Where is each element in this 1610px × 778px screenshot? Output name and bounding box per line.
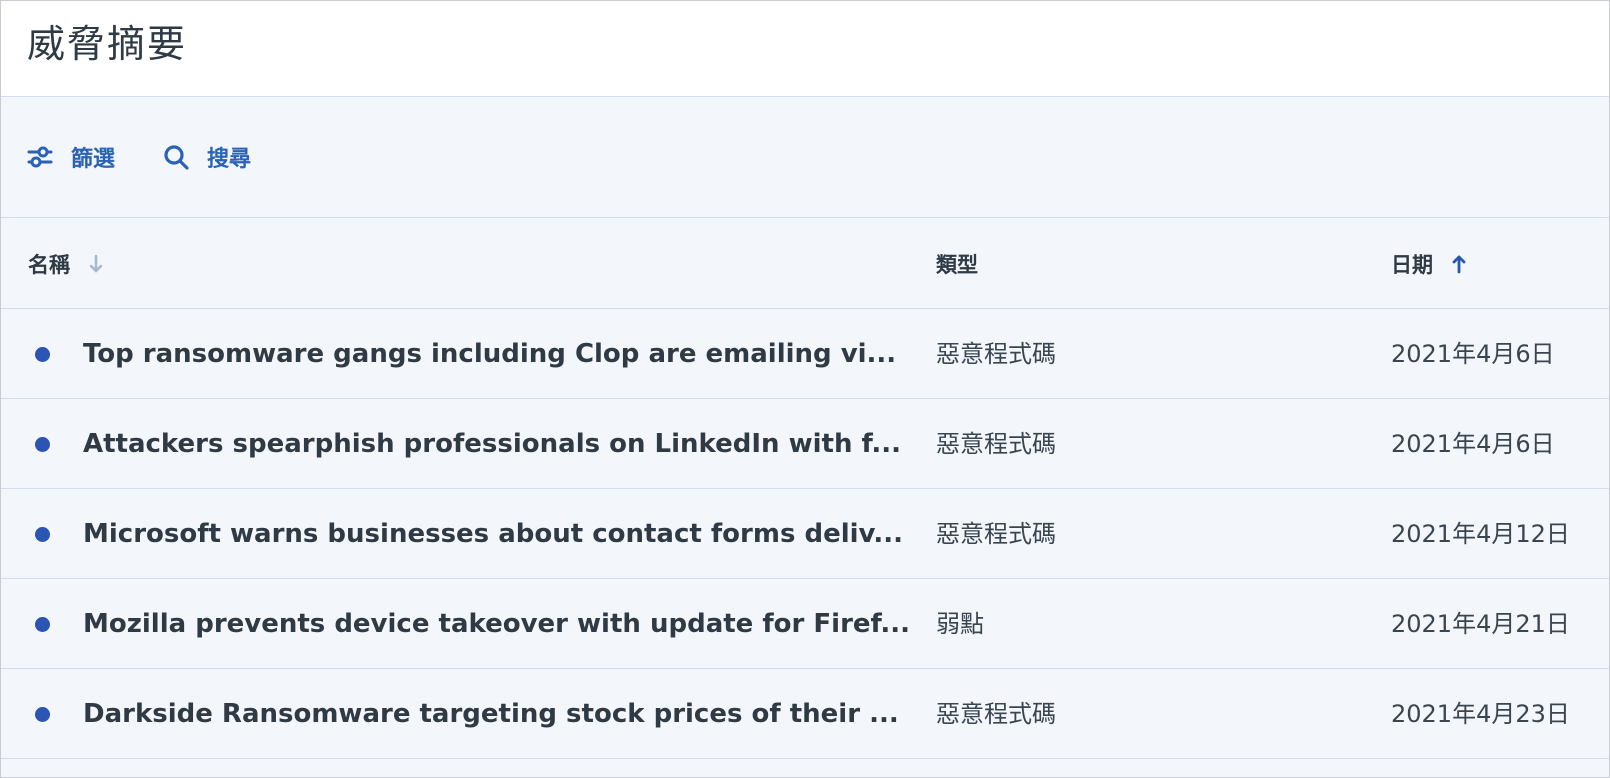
- table-row[interactable]: Mozilla prevents device takeover with up…: [1, 579, 1609, 669]
- toolbar: 篩選 搜尋: [1, 97, 1609, 218]
- threat-date: 2021年4月6日: [1391, 430, 1555, 458]
- table-row[interactable]: Microsoft warns businesses about contact…: [1, 489, 1609, 579]
- column-header-name[interactable]: 名稱: [28, 218, 104, 309]
- unread-dot-icon: [35, 707, 50, 722]
- threat-date: 2021年4月21日: [1391, 610, 1570, 638]
- threat-type: 惡意程式碼: [936, 520, 1056, 548]
- threat-date: 2021年4月23日: [1391, 700, 1570, 728]
- search-button[interactable]: 搜尋: [163, 141, 251, 173]
- threat-date: 2021年4月12日: [1391, 520, 1570, 548]
- search-label: 搜尋: [207, 147, 252, 172]
- column-type-label: 類型: [936, 252, 978, 277]
- threat-type: 弱點: [936, 610, 984, 638]
- threat-name: Attackers spearphish professionals on Li…: [83, 429, 902, 459]
- filter-button[interactable]: 篩選: [27, 141, 115, 173]
- threat-type: 惡意程式碼: [936, 340, 1056, 368]
- sliders-icon: [27, 146, 53, 168]
- threat-date: 2021年4月6日: [1391, 340, 1555, 368]
- unread-dot-icon: [35, 347, 50, 362]
- table-row[interactable]: Darkside Ransomware targeting stock pric…: [1, 669, 1609, 759]
- threat-name: Top ransomware gangs including Clop are …: [83, 339, 897, 369]
- table-row[interactable]: Top ransomware gangs including Clop are …: [1, 309, 1609, 399]
- threat-name: Microsoft warns businesses about contact…: [83, 519, 904, 549]
- threat-type: 惡意程式碼: [936, 700, 1056, 728]
- page-title: 威脅摘要: [27, 22, 188, 66]
- column-name-label: 名稱: [28, 252, 70, 277]
- sort-up-arrow-icon: [1451, 254, 1467, 274]
- table-header: 名稱 類型 日期: [1, 218, 1609, 309]
- threat-type: 惡意程式碼: [936, 430, 1056, 458]
- table-row[interactable]: Attackers spearphish professionals on Li…: [1, 399, 1609, 489]
- panel-header: 威脅摘要: [1, 1, 1609, 97]
- column-header-date[interactable]: 日期: [1391, 218, 1467, 309]
- threat-name: Mozilla prevents device takeover with up…: [83, 609, 911, 639]
- unread-dot-icon: [35, 617, 50, 632]
- column-date-label: 日期: [1391, 252, 1433, 277]
- threat-summary-panel: 威脅摘要 篩選 搜尋 名稱 類型 日期 Top ransomware gangs…: [0, 0, 1610, 778]
- sort-down-arrow-icon: [88, 254, 104, 274]
- threat-name: Darkside Ransomware targeting stock pric…: [83, 699, 899, 729]
- filter-label: 篩選: [71, 147, 116, 172]
- unread-dot-icon: [35, 527, 50, 542]
- unread-dot-icon: [35, 437, 50, 452]
- column-header-type[interactable]: 類型: [936, 218, 978, 309]
- search-icon: [164, 145, 189, 170]
